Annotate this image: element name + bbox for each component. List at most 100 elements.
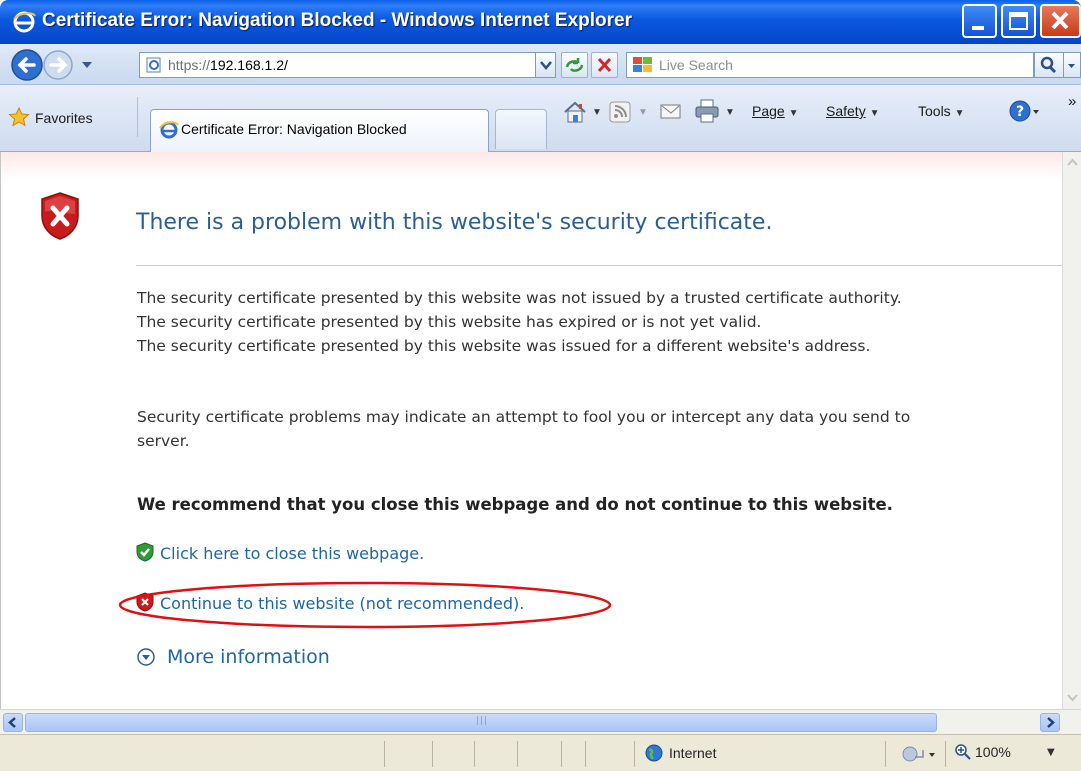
divider: [136, 265, 1063, 266]
home-icon[interactable]: [562, 99, 588, 125]
divider: [945, 741, 946, 767]
more-information-label: More information: [167, 646, 330, 668]
zoom-icon: [955, 744, 971, 760]
highlight-ellipse: [118, 581, 612, 629]
history-dropdown-icon: [82, 62, 92, 68]
safety-menu-label: Safety: [826, 103, 866, 119]
close-webpage-link[interactable]: Click here to close this webpage.: [136, 542, 424, 563]
address-url: https://192.168.1.2/: [168, 57, 288, 73]
certificate-error-tab-icon: [159, 121, 179, 139]
page-title: There is a problem with this website's s…: [136, 210, 773, 235]
security-zone: Internet: [645, 744, 716, 762]
tab-current[interactable]: Certificate Error: Navigation Blocked: [150, 109, 489, 152]
close-webpage-label: Click here to close this webpage.: [160, 544, 425, 563]
warning-text: Security certificate problems may indica…: [137, 405, 910, 453]
stop-icon: [597, 57, 612, 73]
divider: [474, 741, 475, 767]
divider: [885, 741, 886, 767]
close-icon: [1051, 11, 1069, 30]
expand-chevron-icon: [137, 648, 155, 666]
page-icon: [146, 57, 161, 73]
back-forward-buttons[interactable]: [10, 48, 132, 82]
live-search-icon: [633, 57, 652, 72]
scroll-down-icon[interactable]: [1064, 689, 1081, 706]
page-content: There is a problem with this website's s…: [0, 152, 1063, 709]
warning-line: server.: [137, 432, 190, 450]
divider: [585, 741, 586, 767]
star-icon: [8, 106, 30, 127]
scroll-left-button[interactable]: [3, 713, 23, 732]
help-icon[interactable]: ?: [1008, 99, 1042, 125]
vertical-scrollbar[interactable]: [1062, 152, 1081, 709]
divider: [561, 741, 562, 767]
minimize-button[interactable]: [962, 4, 997, 38]
tools-menu-label: Tools: [918, 103, 951, 119]
safety-menu[interactable]: Safety ▼: [826, 103, 880, 119]
page-menu-label: Page: [752, 103, 785, 119]
maximize-icon: [1009, 12, 1028, 30]
horizontal-scrollbar[interactable]: |||: [0, 709, 1081, 734]
search-options-dropdown[interactable]: [1064, 52, 1081, 78]
red-shield-x-icon: [41, 192, 79, 240]
maximize-button[interactable]: [1001, 4, 1036, 38]
toolbar-overflow-chevron-icon[interactable]: »: [1068, 93, 1076, 110]
forward-icon: [43, 50, 73, 80]
svg-text:?: ?: [1016, 104, 1024, 120]
globe-icon: [645, 744, 663, 762]
scroll-up-icon[interactable]: [1064, 154, 1081, 171]
status-bar: Internet 100% ▼: [0, 734, 1081, 771]
divider: [634, 741, 635, 767]
home-dropdown-icon[interactable]: ▼: [592, 107, 602, 118]
green-shield-check-icon: [136, 542, 154, 562]
tab-bar: Favorites Certificate Error: Navigation …: [0, 85, 1081, 152]
print-dropdown-icon[interactable]: ▼: [725, 107, 735, 118]
close-window-button[interactable]: [1040, 4, 1081, 38]
favorites-button[interactable]: Favorites: [8, 106, 93, 127]
tab-label: Certificate Error: Navigation Blocked: [181, 121, 407, 137]
reasons-list: The security certificate presented by th…: [137, 286, 902, 358]
divider: [517, 741, 518, 767]
window-title: Certificate Error: Navigation Blocked - …: [42, 10, 632, 31]
internet-explorer-icon: [13, 11, 36, 33]
read-mail-icon[interactable]: [660, 103, 682, 121]
divider: [432, 741, 433, 767]
navigation-bar: https://192.168.1.2/ Live Search: [0, 44, 1081, 85]
refresh-button[interactable]: [561, 52, 588, 78]
search-box[interactable]: Live Search: [626, 52, 1034, 78]
search-button[interactable]: [1034, 52, 1064, 78]
recommendation-text: We recommend that you close this webpage…: [137, 495, 893, 514]
reason-item: The security certificate presented by th…: [137, 337, 871, 355]
page-menu[interactable]: Page ▼: [752, 103, 799, 119]
divider: [137, 97, 138, 137]
back-icon: [11, 49, 43, 81]
address-dropdown-button[interactable]: [536, 52, 556, 78]
tools-menu[interactable]: Tools ▼: [918, 103, 964, 119]
chevron-down-icon: [1068, 64, 1075, 68]
zoom-dropdown-icon[interactable]: ▼: [1047, 747, 1055, 758]
reason-item: The security certificate presented by th…: [137, 313, 762, 331]
title-bar[interactable]: Certificate Error: Navigation Blocked - …: [0, 0, 1081, 44]
search-icon: [1040, 56, 1057, 74]
new-tab-button[interactable]: [495, 109, 547, 149]
address-bar[interactable]: https://192.168.1.2/: [139, 52, 536, 78]
scrollbar-grip: |||: [476, 716, 489, 726]
print-icon[interactable]: [694, 99, 720, 123]
zoom-level[interactable]: 100%: [955, 744, 1011, 760]
scroll-right-button[interactable]: [1040, 713, 1060, 732]
scroll-right-icon: [1047, 717, 1055, 728]
chevron-down-icon: [540, 61, 552, 70]
reason-item: The security certificate presented by th…: [137, 289, 902, 307]
stop-button[interactable]: [591, 52, 618, 78]
minimize-icon: [972, 26, 984, 30]
feeds-dropdown-icon[interactable]: ▼: [638, 107, 648, 118]
divider: [384, 741, 385, 767]
search-placeholder: Live Search: [659, 57, 733, 73]
refresh-icon: [565, 58, 584, 72]
favorites-label: Favorites: [35, 110, 93, 126]
zoom-label: 100%: [975, 744, 1011, 760]
more-information-toggle[interactable]: More information: [137, 646, 330, 668]
feeds-icon[interactable]: [609, 101, 631, 123]
zone-label: Internet: [669, 745, 717, 761]
scroll-left-icon: [8, 717, 16, 728]
protected-mode-icon[interactable]: [901, 745, 939, 763]
